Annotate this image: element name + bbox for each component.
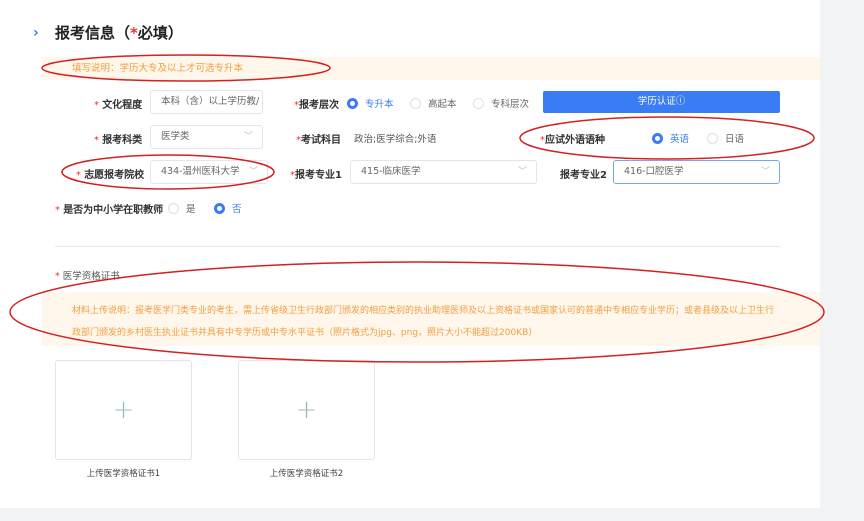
radio-icon bbox=[214, 202, 225, 214]
school-label: * 志愿报考院校 bbox=[76, 170, 145, 181]
major1-select[interactable]: 415-临床医学 ﹀ bbox=[350, 160, 537, 184]
section-title: 报考信息（*必填） bbox=[55, 24, 183, 42]
plus-icon: + bbox=[295, 395, 318, 425]
major2-select[interactable]: 416-口腔医学 ﹀ bbox=[613, 160, 780, 184]
teacher-label: * 是否为中小学在职教师 bbox=[55, 205, 164, 216]
level-radio-gqb[interactable]: 高起本 bbox=[410, 96, 457, 110]
language-radio-japanese[interactable]: 日语 bbox=[707, 131, 744, 145]
upload-certificate-2[interactable]: + bbox=[238, 360, 375, 460]
language-radio-english[interactable]: 英语 bbox=[652, 131, 689, 145]
teacher-radio-yes[interactable]: 是 bbox=[168, 201, 196, 215]
chevron-down-icon: ﹀ bbox=[248, 167, 258, 177]
notice-line: 材料上传说明：报考医学门类专业的考生，需上传省级卫生行政部门颁发的相应类别的执业… bbox=[72, 306, 775, 316]
category-select[interactable]: 医学类 ﹀ bbox=[150, 125, 263, 149]
upload-label: 上传医学资格证书2 bbox=[269, 469, 344, 479]
subjects-label: *考试科目 bbox=[296, 135, 341, 146]
radio-icon bbox=[652, 132, 663, 144]
level-radio-zk[interactable]: 专科层次 bbox=[473, 96, 529, 110]
radio-icon bbox=[168, 202, 179, 214]
education-label: * 文化程度 bbox=[94, 100, 143, 111]
major1-label: *报考专业1 bbox=[290, 170, 342, 181]
chevron-down-icon: ﹀ bbox=[243, 132, 253, 142]
chevron-down-icon: ﹀ bbox=[760, 167, 770, 177]
certificate-label: * 医学资格证书 bbox=[55, 271, 120, 282]
major2-label: 报考专业2 bbox=[560, 170, 607, 181]
notice-line: 政部门颁发的乡村医生执业证书并具有中专学历或中专水平证书（照片格式为jpg、pn… bbox=[72, 328, 538, 338]
divider bbox=[55, 246, 780, 247]
radio-icon bbox=[410, 97, 421, 109]
teacher-radio-no[interactable]: 否 bbox=[214, 201, 242, 215]
certificate-notice: 材料上传说明：报考医学门类专业的考生，需上传省级卫生行政部门颁发的相应类别的执业… bbox=[42, 292, 820, 346]
level-label: *报考层次 bbox=[294, 100, 339, 111]
level-radio-zsb[interactable]: 专升本 bbox=[347, 96, 394, 110]
radio-icon bbox=[473, 97, 484, 109]
category-label: * 报考科类 bbox=[94, 135, 143, 146]
form-card: › 报考信息（*必填） 填写说明：学历大专及以上才可选专升本 * 文化程度 本科… bbox=[0, 0, 820, 508]
notice-top: 填写说明：学历大专及以上才可选专升本 bbox=[42, 57, 820, 80]
radio-icon bbox=[347, 97, 358, 109]
subjects-value: 政治;医学综合;外语 bbox=[354, 134, 437, 145]
plus-icon: + bbox=[112, 395, 135, 425]
language-label: *应试外语语种 bbox=[540, 135, 605, 146]
upload-certificate-1[interactable]: + bbox=[55, 360, 192, 460]
radio-icon bbox=[707, 132, 718, 144]
education-input[interactable]: 本科（含）以上学历教/ bbox=[150, 90, 263, 114]
verify-education-button[interactable]: 学历认证ⓘ bbox=[543, 91, 780, 113]
upload-label: 上传医学资格证书1 bbox=[86, 469, 161, 479]
school-select[interactable]: 434-温州医科大学 ﹀ bbox=[150, 160, 268, 184]
chevron-right-icon: › bbox=[33, 25, 39, 41]
chevron-down-icon: ﹀ bbox=[517, 167, 527, 177]
